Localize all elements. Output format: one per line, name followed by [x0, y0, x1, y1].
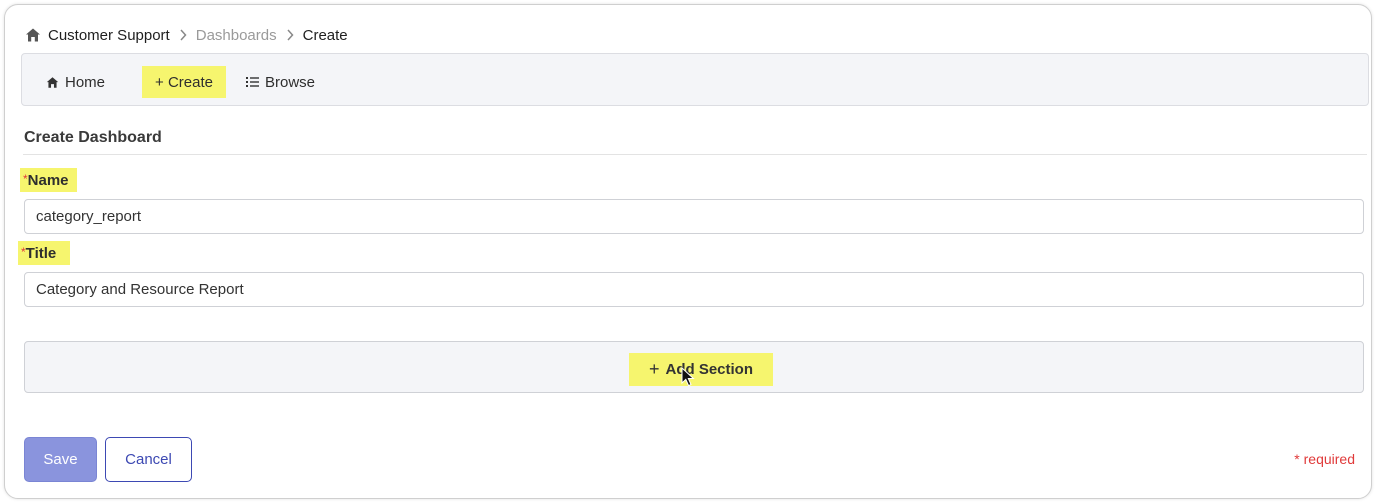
chevron-right-icon	[286, 29, 294, 41]
nav-create[interactable]: + Create	[142, 66, 226, 98]
home-icon[interactable]	[25, 27, 41, 43]
name-field[interactable]	[24, 199, 1364, 234]
title-field[interactable]	[24, 272, 1364, 307]
nav-home-label: Home	[65, 73, 106, 91]
app-window: Customer Support Dashboards Create Home …	[4, 4, 1372, 499]
chevron-right-icon	[179, 29, 187, 41]
nav-create-label: + Create	[155, 73, 213, 91]
nav-browse-label: Browse	[265, 73, 316, 91]
divider	[23, 154, 1367, 155]
plus-icon: +	[648, 359, 660, 379]
add-section-label: Add Section	[665, 361, 754, 378]
title-label-text: Title	[25, 244, 57, 262]
required-note: * required	[1294, 451, 1355, 467]
mouse-cursor-icon	[681, 367, 695, 387]
breadcrumb-create: Create	[302, 26, 348, 44]
list-icon	[246, 76, 259, 88]
name-label: * Name	[20, 168, 77, 192]
home-icon	[46, 76, 59, 89]
nav-browse[interactable]: Browse	[246, 66, 315, 98]
breadcrumb-customer-support[interactable]: Customer Support	[48, 27, 170, 44]
add-section-button[interactable]: + Add Section	[629, 353, 773, 386]
title-label: * Title	[18, 241, 71, 265]
cancel-button[interactable]: Cancel	[105, 437, 192, 482]
breadcrumb-dashboards[interactable]: Dashboards	[196, 27, 277, 44]
save-button[interactable]: Save	[24, 437, 97, 482]
nav-home[interactable]: Home	[46, 66, 105, 98]
name-label-text: Name	[27, 171, 69, 189]
page-title: Create Dashboard	[24, 129, 162, 146]
breadcrumb: Customer Support Dashboards Create	[25, 25, 348, 45]
nav-bar: Home + Create Browse	[21, 53, 1369, 106]
